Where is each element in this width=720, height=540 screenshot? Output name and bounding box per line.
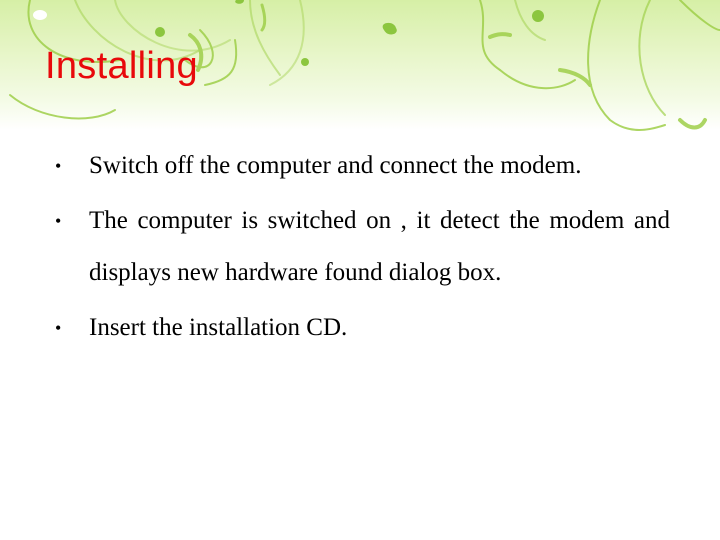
bullet-text: The computer is switched on , it detect …	[89, 207, 670, 286]
slide: Installing • Switch off the computer and…	[0, 0, 720, 540]
bullet-list: • Switch off the computer and connect th…	[52, 140, 670, 357]
bullet-item: • Switch off the computer and connect th…	[52, 140, 670, 192]
slide-title: Installing	[45, 45, 198, 87]
bullet-icon: •	[55, 318, 62, 338]
bullet-text: Switch off the computer and connect the …	[89, 152, 582, 179]
bullet-item: • The computer is switched on , it detec…	[52, 195, 670, 299]
bullet-text: Insert the installation CD.	[89, 314, 348, 341]
bullet-icon: •	[55, 156, 62, 176]
bullet-item: • Insert the installation CD.	[52, 302, 670, 354]
bullet-icon: •	[55, 211, 62, 231]
